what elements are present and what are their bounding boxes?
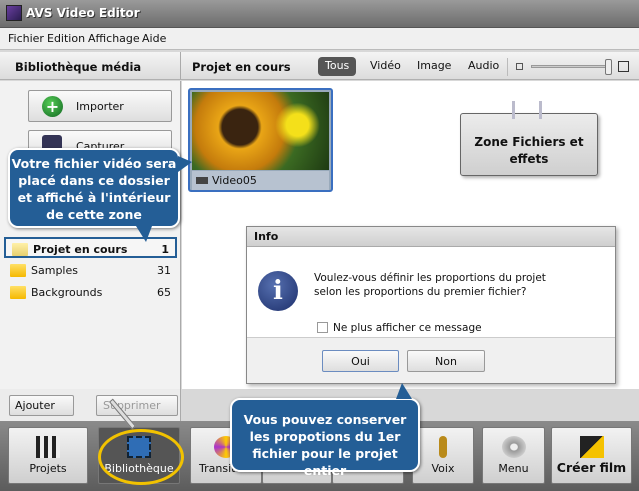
add-button[interactable]: Ajouter	[9, 395, 74, 416]
callout-tail	[178, 156, 192, 172]
project-header: Projet en cours Tous Vidéo Image Audio	[181, 52, 639, 80]
dialog-message: Voulez-vous définir les proportions du p…	[314, 272, 546, 298]
filter-image[interactable]: Image	[410, 57, 458, 76]
zone-note-text: Zone Fichiers et effets	[474, 135, 584, 166]
clip-name: Video05	[212, 174, 257, 187]
window-title: AVS Video Editor	[26, 6, 140, 20]
create-movie-button[interactable]: Créer film	[551, 427, 632, 484]
import-label: Importer	[76, 100, 124, 113]
menu-label: Menu	[498, 462, 529, 475]
zone-note: Zone Fichiers et effets	[460, 113, 598, 176]
folder-count: 31	[157, 264, 171, 277]
proportions-callout-text: Vous pouvez conserver les propotions du …	[243, 412, 407, 478]
no-button[interactable]: Non	[407, 350, 485, 372]
folder-name: Samples	[31, 264, 78, 277]
projects-label: Projets	[29, 462, 67, 475]
filter-video[interactable]: Vidéo	[363, 57, 408, 76]
folder-icon	[10, 286, 26, 299]
menu-bar: Fichier Edition Affichage Aide	[0, 28, 639, 50]
menu-edition[interactable]: Edition	[47, 32, 85, 45]
folder-count: 65	[157, 286, 171, 299]
folder-count: 1	[161, 243, 169, 256]
microphone-icon	[439, 436, 447, 458]
library-panel: + Importer Capturer Projet en cours 1 Sa…	[0, 81, 181, 389]
proportions-callout: Vous pouvez conserver les propotions du …	[230, 398, 420, 478]
menu-aide[interactable]: Aide	[142, 32, 166, 45]
library-header: Bibliothèque média	[0, 52, 181, 80]
import-button[interactable]: + Importer	[28, 90, 172, 122]
library-actions: Ajouter Supprimer	[0, 389, 181, 421]
title-bar: AVS Video Editor	[0, 0, 639, 28]
project-folder-icon	[12, 243, 28, 256]
library-title: Bibliothèque média	[15, 60, 142, 74]
menu-fichier[interactable]: Fichier	[8, 32, 44, 45]
clapper-icon	[36, 436, 60, 458]
dont-show-label: Ne plus afficher ce message	[333, 322, 482, 334]
highlight-circle	[98, 429, 184, 485]
projects-button[interactable]: Projets	[8, 427, 88, 484]
disc-icon	[501, 436, 526, 458]
filter-tous[interactable]: Tous	[318, 57, 357, 76]
callout-tail	[396, 383, 412, 399]
create-movie-label: Créer film	[556, 460, 627, 475]
voice-label: Voix	[431, 462, 455, 475]
video-icon	[196, 177, 208, 184]
create-movie-icon	[579, 436, 604, 458]
voice-button[interactable]: Voix	[412, 427, 474, 484]
folder-name: Projet en cours	[33, 243, 128, 256]
callout-tail	[136, 226, 152, 242]
clip-thumbnail[interactable]: Video05	[188, 88, 333, 192]
yes-button[interactable]: Oui	[322, 350, 399, 372]
info-dialog: Info i Voulez-vous définir les proportio…	[246, 226, 616, 384]
dialog-title: Info	[247, 227, 615, 247]
delete-button[interactable]: Supprimer	[96, 395, 178, 416]
zoom-small-icon[interactable]	[516, 63, 523, 70]
folder-callout: Votre fichier vidéo sera placé dans ce d…	[8, 148, 180, 228]
folder-name: Backgrounds	[31, 286, 103, 299]
folder-callout-text: Votre fichier vidéo sera placé dans ce d…	[11, 156, 177, 222]
dont-show-checkbox[interactable]	[317, 322, 328, 333]
menu-button[interactable]: Menu	[482, 427, 545, 484]
info-icon: i	[258, 271, 298, 311]
folder-backgrounds[interactable]: Backgrounds 65	[4, 282, 177, 303]
add-label: Ajouter	[15, 399, 55, 412]
menu-affichage[interactable]: Affichage	[88, 32, 140, 45]
plus-icon: +	[42, 96, 63, 117]
project-title: Projet en cours	[192, 60, 291, 74]
zoom-large-icon[interactable]	[618, 61, 629, 72]
filter-audio[interactable]: Audio	[461, 57, 506, 76]
zoom-slider[interactable]	[531, 65, 611, 68]
folder-samples[interactable]: Samples 31	[4, 260, 177, 281]
folder-icon	[10, 264, 26, 277]
spiral-rings-icon	[512, 101, 542, 119]
app-icon	[6, 5, 22, 21]
zoom-slider-thumb[interactable]	[605, 59, 612, 75]
